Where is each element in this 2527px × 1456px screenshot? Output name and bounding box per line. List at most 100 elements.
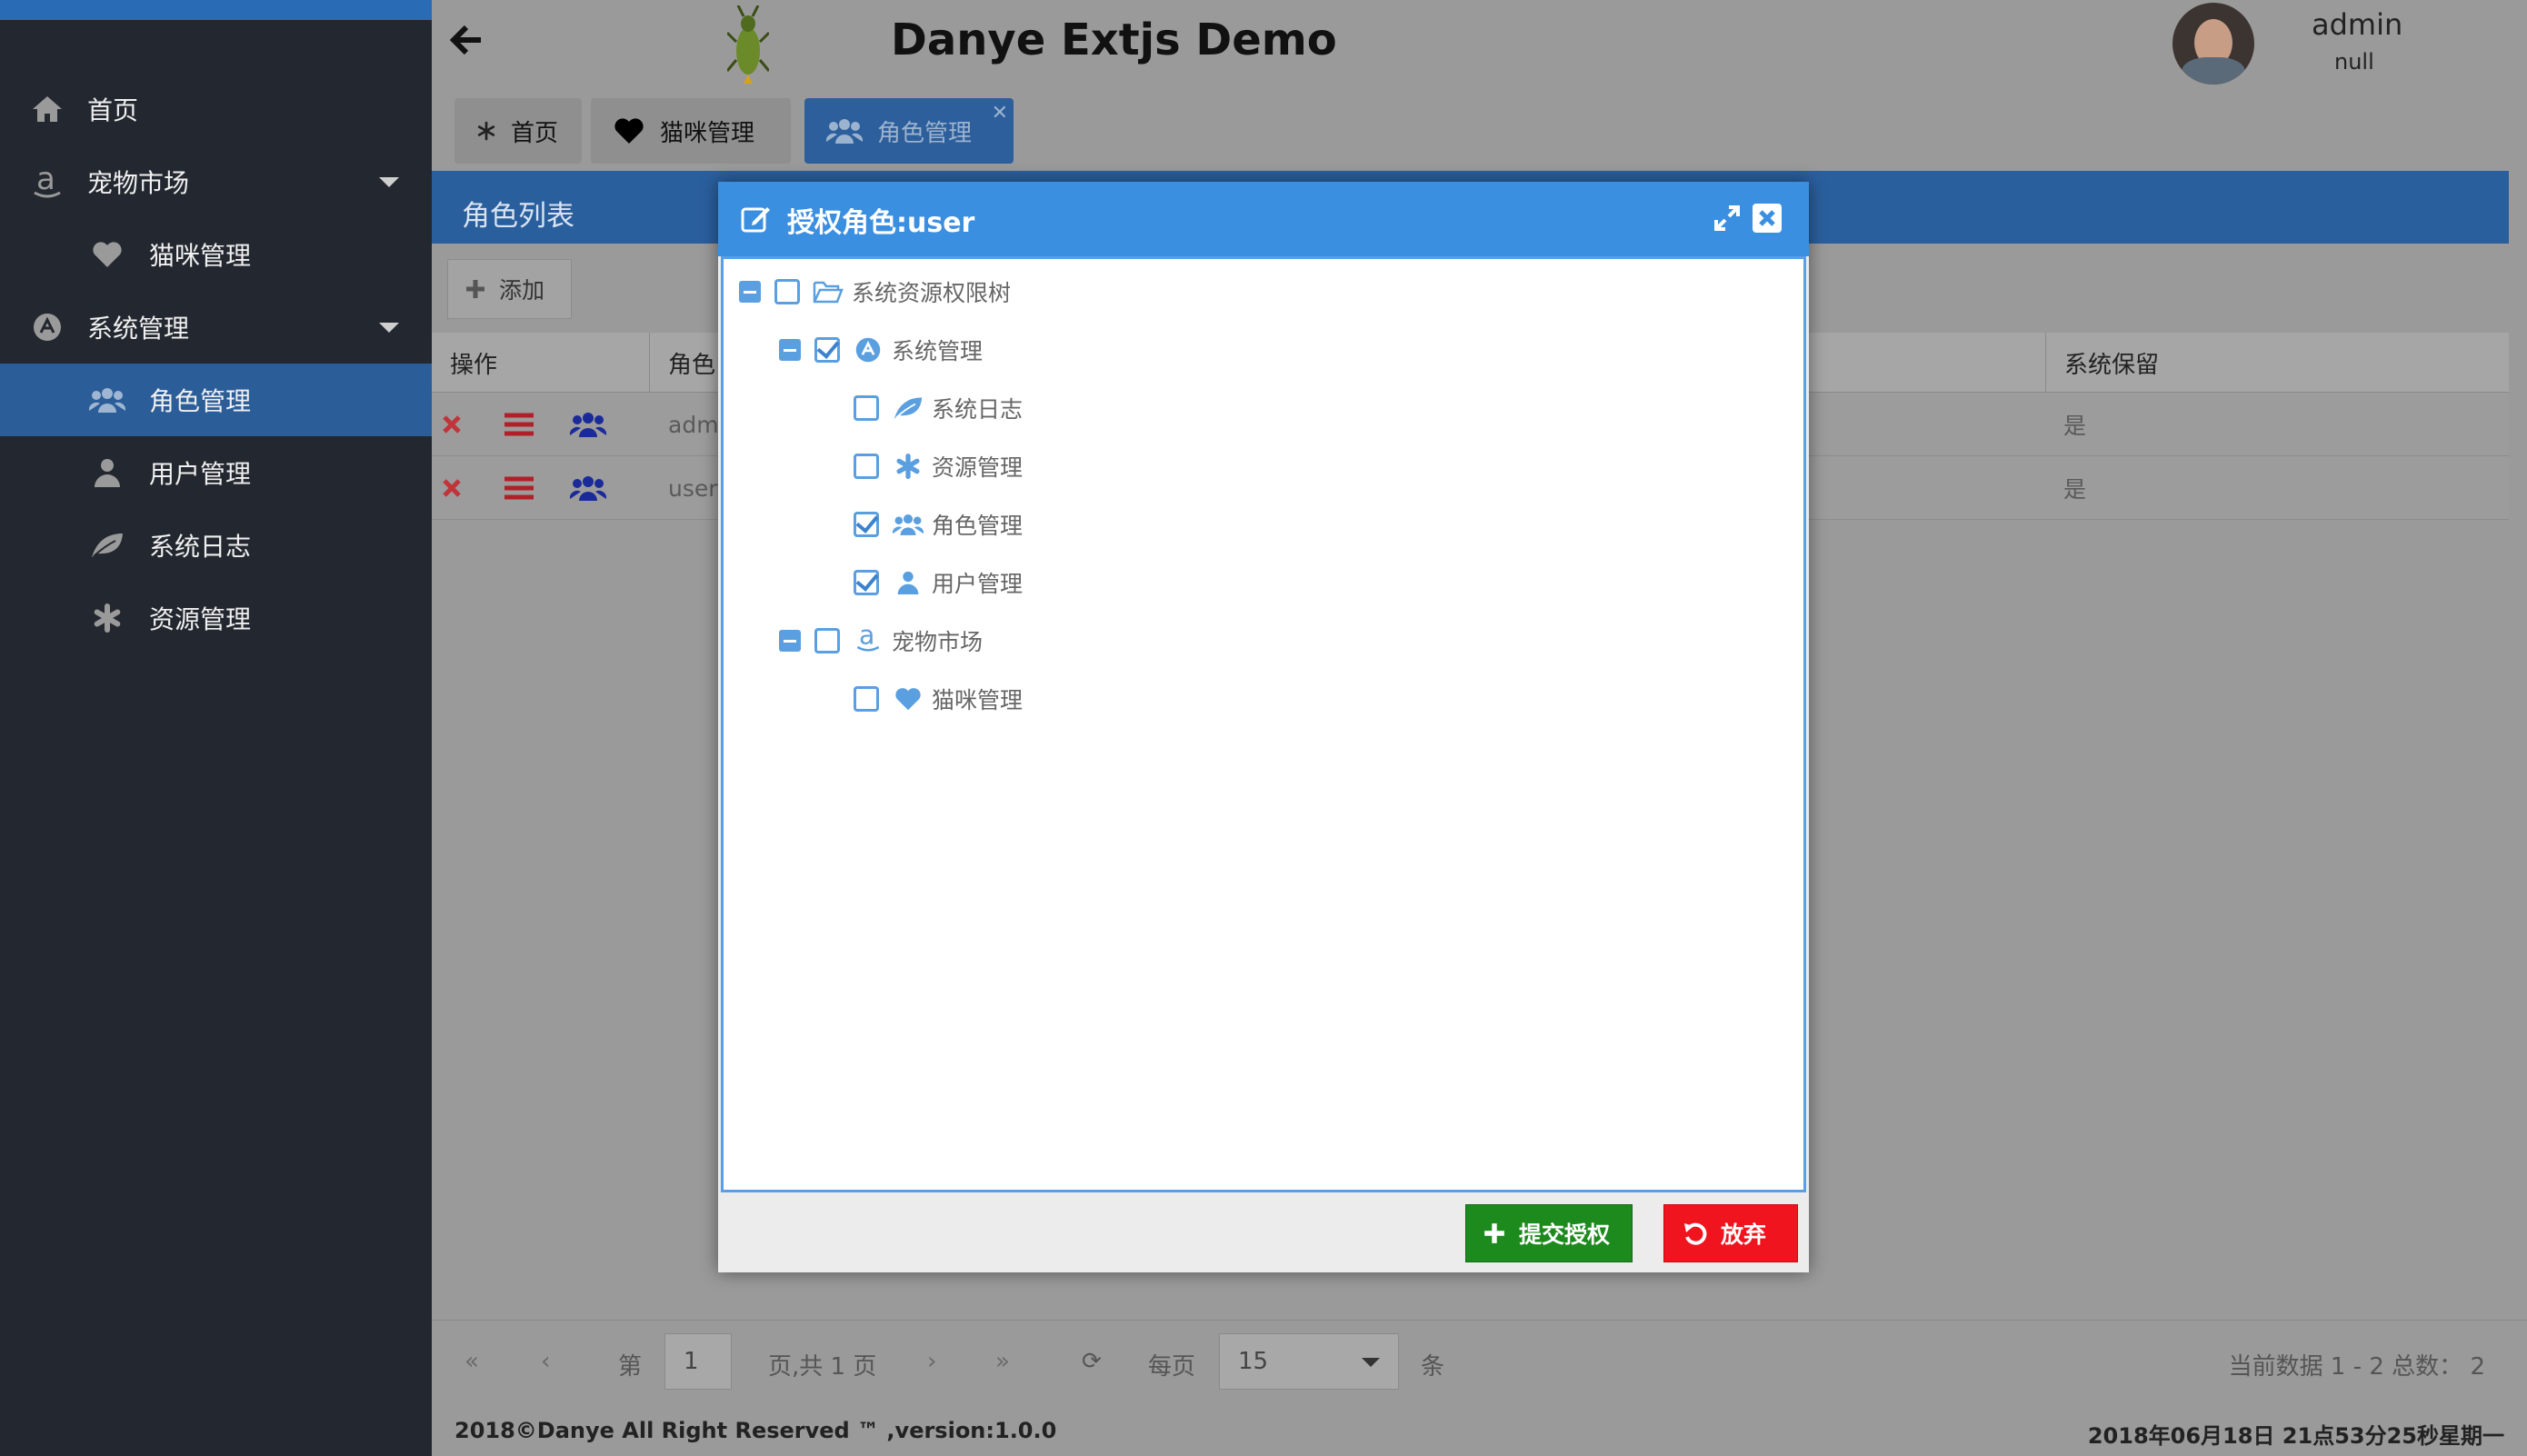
collapse-icon[interactable] [739,281,761,303]
tree-node-resource[interactable]: 资源管理 [724,448,1803,484]
page-label: 第 [618,1353,643,1381]
refresh-icon[interactable]: ⟳ [1082,1348,1102,1375]
tree-checkbox[interactable] [814,337,840,363]
column-header-reserved[interactable]: 系统保留 [2045,333,2509,393]
collapse-icon[interactable] [779,630,801,652]
heart-icon [893,683,924,714]
sidebar-item-user-management[interactable]: 用户管理 [0,436,432,509]
close-icon[interactable] [1753,204,1782,236]
delete-icon[interactable] [441,393,463,456]
submit-label: 提交授权 [1519,1222,1611,1248]
tree-checkbox[interactable] [854,512,879,537]
submit-authorization-button[interactable]: 提交授权 [1465,1204,1633,1262]
tree-checkbox[interactable] [774,279,800,304]
tab-cat-management[interactable]: 猫咪管理 [591,98,791,164]
users-icon [893,509,924,540]
sidebar-item-label: 猫咪管理 [149,241,252,271]
pagination-bar: « ‹ 第 1 页,共 1 页 › » ⟳ 每页 15 条 当前数据 1 - 2… [432,1320,2527,1401]
tree-node-system[interactable]: 系统管理 [724,332,1803,368]
svg-text:a: a [859,622,874,651]
add-button-label: 添加 [499,277,545,304]
menu-icon[interactable] [504,456,534,520]
tree-node-cat[interactable]: 猫咪管理 [724,681,1803,717]
tree-node-label: 用户管理 [932,571,1024,597]
next-page-icon[interactable]: › [927,1348,936,1375]
tree-checkbox[interactable] [854,570,879,595]
data-summary: 当前数据 1 - 2 总数： 2 [2228,1353,2485,1381]
system-icon [27,307,67,347]
prev-page-icon[interactable]: ‹ [541,1348,550,1375]
discard-button[interactable]: 放弃 [1663,1204,1798,1262]
reserved-cell: 是 [2063,476,2087,503]
menu-icon[interactable] [504,393,534,456]
role-cell: adm [668,411,719,438]
column-header-actions[interactable]: 操作 [432,333,650,393]
tree-node-label: 系统日志 [932,396,1024,423]
edit-icon [740,204,771,238]
tab-label: 猫咪管理 [660,119,755,147]
heart-icon [87,234,127,274]
sidebar-item-pet-market[interactable]: a 宠物市场 [0,145,432,218]
tree-node-label: 资源管理 [932,454,1024,481]
chevron-down-icon [379,322,399,333]
tree-node-label: 宠物市场 [892,629,984,655]
user-icon [893,567,924,598]
sidebar-item-resource-management[interactable]: 资源管理 [0,582,432,654]
column-header-role[interactable]: 角色 [650,333,723,393]
chevron-down-icon [379,176,399,187]
first-page-icon[interactable]: « [464,1348,479,1375]
authorize-users-icon[interactable] [570,456,606,520]
tab-home[interactable]: 首页 [454,98,582,164]
sidebar-item-role-management[interactable]: 角色管理 [0,364,432,436]
avatar[interactable] [2172,3,2254,85]
tree-node-system-log[interactable]: 系统日志 [724,390,1803,426]
sidebar-item-cat-management[interactable]: 猫咪管理 [0,218,432,291]
dialog-header[interactable]: 授权角色:user [718,182,1809,256]
maximize-icon[interactable] [1713,204,1742,236]
collapse-icon[interactable] [779,339,801,361]
tree-node-root[interactable]: 系统资源权限树 [724,274,1803,310]
page-input[interactable]: 1 [664,1333,732,1390]
tree-node-user[interactable]: 用户管理 [724,564,1803,601]
user-subtitle: null [2334,49,2374,75]
add-button[interactable]: 添加 [447,259,572,319]
users-icon [87,380,127,420]
plus-icon [1483,1222,1506,1245]
tree-node-label: 角色管理 [932,513,1024,539]
tab-role-management[interactable]: 角色管理 ✕ [804,98,1014,164]
close-icon[interactable]: ✕ [992,102,1008,125]
app-header: Danye Extjs Demo admin null [432,0,2527,87]
tree-node-pet-market[interactable]: a 宠物市场 [724,622,1803,659]
authorize-role-dialog: 授权角色:user 系统资源权限树 系统管理 系统日志 资源管理 角色管理 用户… [718,182,1809,1272]
tree-checkbox[interactable] [854,686,879,712]
per-page-label: 每页 [1148,1353,1196,1381]
tree-checkbox[interactable] [854,395,879,421]
amazon-icon: a [27,162,67,202]
last-page-icon[interactable]: » [995,1348,1010,1375]
sidebar-item-label: 系统管理 [87,314,190,344]
asterisk-icon [87,598,127,638]
sidebar-item-system-log[interactable]: 系统日志 [0,509,432,582]
sidebar-item-label: 资源管理 [149,604,252,634]
leaf-icon [87,525,127,565]
svg-text:a: a [36,164,55,197]
tree-checkbox[interactable] [854,454,879,479]
asterisk-icon [893,451,924,482]
leaf-icon [893,393,924,424]
sidebar-item-label: 角色管理 [149,386,252,416]
per-page-value: 15 [1238,1348,1269,1375]
sidebar-item-home[interactable]: 首页 [0,73,432,145]
permission-tree: 系统资源权限树 系统管理 系统日志 资源管理 角色管理 用户管理 a 宠物市场 … [721,256,1806,1192]
back-arrow-icon[interactable] [449,24,483,60]
sidebar-item-label: 首页 [87,95,139,125]
home-icon [27,89,67,129]
sidebar-item-system[interactable]: 系统管理 [0,291,432,364]
plus-icon [464,278,486,300]
user-name: admin [2312,7,2403,42]
heart-icon [613,116,645,145]
authorize-users-icon[interactable] [570,393,606,456]
delete-icon[interactable] [441,456,463,520]
tree-node-role[interactable]: 角色管理 [724,506,1803,543]
tree-checkbox[interactable] [814,628,840,653]
per-page-select[interactable]: 15 [1219,1333,1399,1390]
